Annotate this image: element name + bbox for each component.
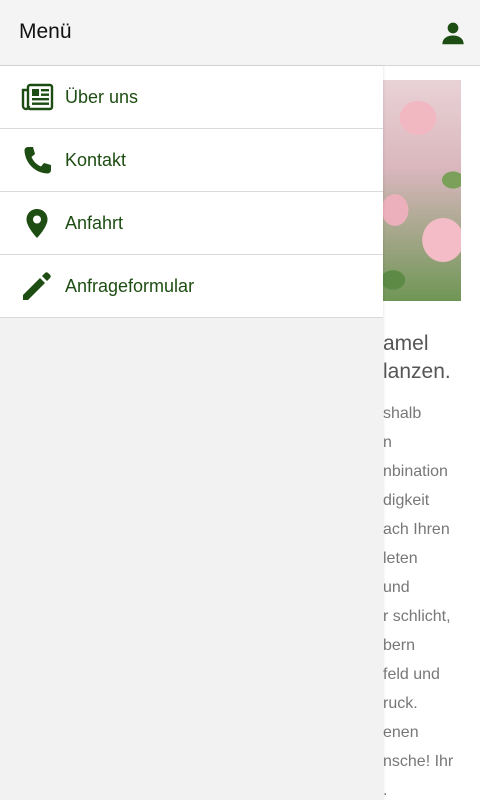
background-text-line: nsche! Ihr (383, 753, 454, 770)
map-pin-icon (20, 208, 54, 238)
menu-item-kontakt[interactable]: Kontakt (0, 129, 383, 192)
pencil-icon (20, 271, 54, 301)
app-header: Menü (0, 0, 480, 66)
flower-image (383, 80, 461, 301)
phone-icon (20, 145, 54, 175)
menu-item-label: Kontakt (65, 150, 127, 170)
background-text-line: ach Ihren (383, 521, 450, 538)
background-text-line: ruck. (383, 695, 418, 712)
user-icon[interactable] (438, 18, 468, 48)
background-page: amel lanzen. shalb n nbination digkeit a… (383, 66, 480, 800)
background-heading-line: lanzen. (383, 360, 451, 383)
side-drawer: Über uns Kontakt Anfahrt Anfrageformular (0, 66, 383, 800)
menu-item-label: Anfrageformular (65, 276, 195, 296)
newspaper-icon (20, 82, 54, 112)
background-text-line: und (383, 579, 410, 596)
background-text-line: nbination (383, 463, 448, 480)
background-heading: amel lanzen. (383, 330, 451, 386)
menu-item-ueber-uns[interactable]: Über uns (0, 66, 383, 129)
background-text-line: bern (383, 637, 416, 654)
background-text-line: leten (383, 550, 418, 567)
menu-item-anfrageformular[interactable]: Anfrageformular (0, 255, 383, 318)
menu-item-label: Anfahrt (65, 213, 124, 233)
menu-item-label: Über uns (65, 87, 139, 107)
background-text-line: enen (383, 724, 419, 741)
background-heading-line: amel (383, 332, 429, 355)
background-text-line: shalb (383, 405, 422, 422)
menu-title: Menü (19, 20, 72, 43)
background-text-line: . (383, 782, 388, 799)
background-text-line: feld und (383, 666, 440, 683)
background-text-line: r schlicht, (383, 608, 451, 625)
background-text-line: digkeit (383, 492, 430, 509)
menu-item-anfahrt[interactable]: Anfahrt (0, 192, 383, 255)
background-text-line: n (383, 434, 392, 451)
